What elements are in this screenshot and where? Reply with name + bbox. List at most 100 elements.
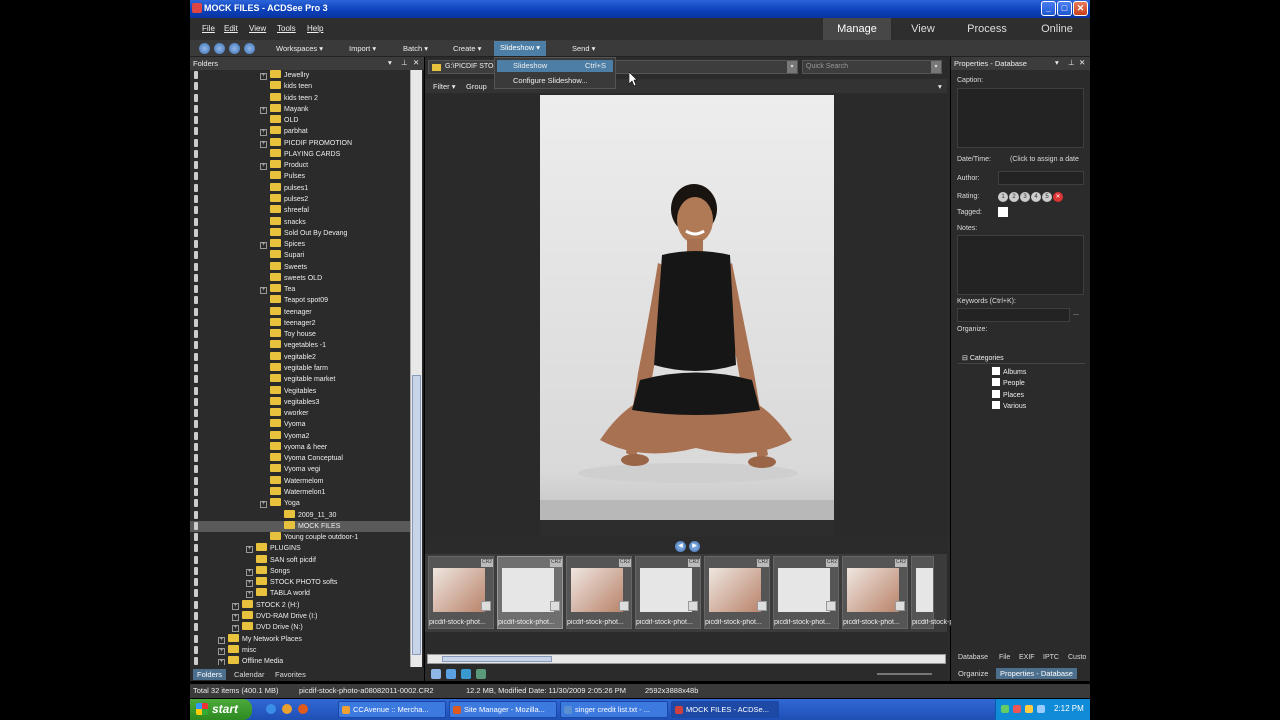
category-item[interactable]: Places: [992, 389, 1024, 399]
path-dropdown-icon[interactable]: ▾: [787, 61, 797, 73]
category-checkbox[interactable]: [992, 400, 1000, 409]
folder-tree-item[interactable]: + parbhat: [260, 126, 308, 137]
tab-iptc[interactable]: IPTC: [1043, 654, 1059, 661]
folder-tree-item[interactable]: + STOCK 2 (H:): [232, 599, 299, 611]
folder-tree-item[interactable]: + My Network Places: [218, 633, 302, 645]
sort-icon[interactable]: [476, 669, 486, 679]
thumbnail-checkbox[interactable]: [757, 601, 767, 611]
category-item[interactable]: People: [992, 378, 1025, 387]
category-checkbox[interactable]: [992, 389, 1000, 398]
toolbar-import[interactable]: Import ▾: [349, 44, 376, 53]
group-button[interactable]: Group: [466, 82, 487, 91]
thumbnail-checkbox[interactable]: [826, 601, 836, 611]
folder-tree-item[interactable]: + PICDIF PROMOTION: [260, 137, 352, 149]
folder-scrollbar[interactable]: [410, 70, 422, 667]
folder-tree-item[interactable]: Watermelom: [260, 475, 323, 487]
author-field[interactable]: [998, 171, 1084, 185]
folder-tree-item[interactable]: Vyoma2: [260, 430, 309, 442]
folder-tree-item[interactable]: Teapot spot09: [260, 295, 328, 306]
more-options-icon[interactable]: ▾: [938, 82, 942, 91]
thumbnail-checkbox[interactable]: [895, 601, 905, 611]
category-checkbox[interactable]: [992, 378, 1000, 387]
folder-tree-item[interactable]: Young couple outdoor-1: [260, 532, 358, 543]
thumbnail-item[interactable]: picdif-stock-phot...: [911, 556, 969, 629]
menu-item-slideshow[interactable]: Slideshow: [513, 61, 547, 70]
folder-tree-item[interactable]: teenager2: [260, 317, 316, 329]
folder-tree-item[interactable]: Sweets: [260, 261, 307, 273]
previous-image-icon[interactable]: ◀: [675, 541, 686, 552]
folder-tree-item[interactable]: + Product: [260, 160, 308, 171]
tray-icon[interactable]: [1001, 705, 1009, 713]
expand-icon[interactable]: +: [260, 163, 267, 171]
start-button[interactable]: start: [190, 699, 252, 720]
folder-tree-item[interactable]: vegitable market: [260, 374, 335, 385]
rating-4-button[interactable]: 4: [1031, 192, 1041, 202]
folder-tree[interactable]: + Jewellry kids teen kids teen 2 + Mayank OLD +…: [190, 70, 410, 665]
folder-tree-item[interactable]: sweets OLD: [260, 272, 322, 284]
folder-tree-item[interactable]: + misc: [218, 644, 256, 656]
expand-icon[interactable]: +: [246, 546, 253, 554]
mode-tab-online[interactable]: Online: [1023, 18, 1091, 40]
expand-icon[interactable]: +: [260, 242, 267, 250]
quicklaunch-firefox-icon[interactable]: [282, 704, 292, 714]
scroll-thumb[interactable]: [442, 656, 552, 662]
expand-icon[interactable]: +: [218, 647, 225, 655]
quick-search-input[interactable]: Quick Search ▾: [802, 60, 942, 74]
folder-tree-item[interactable]: vyoma & heer: [260, 441, 327, 453]
preview-image[interactable]: [540, 95, 834, 537]
rating-3-button[interactable]: 3: [1020, 192, 1030, 202]
expand-icon[interactable]: +: [260, 73, 267, 80]
expand-icon[interactable]: +: [232, 613, 239, 621]
folder-tree-item[interactable]: OLD: [260, 115, 298, 126]
thumbnail-item[interactable]: CR2 picdif-stock-phot...: [704, 556, 770, 629]
folder-tree-item[interactable]: 2009_11_30: [274, 509, 336, 521]
folder-tree-item[interactable]: shreefal: [260, 205, 309, 216]
folder-tree-item[interactable]: kids teen 2: [260, 92, 318, 104]
thumbnail-item[interactable]: CR2 picdif-stock-phot...: [635, 556, 701, 629]
tab-exif[interactable]: EXIF: [1019, 654, 1035, 661]
expand-icon[interactable]: +: [260, 501, 267, 509]
toolbar-send[interactable]: Send ▾: [572, 44, 595, 53]
folder-tree-item[interactable]: Watermelon1: [260, 486, 325, 498]
thumbnail-item[interactable]: CR2 picdif-stock-phot...: [842, 556, 908, 629]
folder-tree-item[interactable]: + DVD-RAM Drive (I:): [232, 610, 317, 622]
thumbnail-item[interactable]: CR2 picdif-stock-phot...: [428, 556, 494, 629]
minimize-button[interactable]: _: [1041, 1, 1056, 16]
folder-tree-item[interactable]: + Tea: [260, 284, 295, 295]
menu-edit[interactable]: Edit: [224, 24, 238, 33]
thumbnail-size-icon[interactable]: [446, 669, 456, 679]
folder-tree-item[interactable]: Supari: [260, 250, 304, 261]
panel-menu-icon[interactable]: ▾: [1055, 58, 1059, 67]
folder-tree-item[interactable]: Pulses: [260, 171, 305, 182]
folder-tree-item[interactable]: pulses2: [260, 193, 308, 205]
taskbar-task-button[interactable]: Site Manager - Mozilla...: [449, 701, 557, 718]
thumbnail-checkbox[interactable]: [481, 601, 491, 611]
taskbar-task-button[interactable]: MOCK FILES - ACDSe...: [671, 701, 779, 718]
forward-icon[interactable]: [214, 43, 225, 54]
clear-rating-icon[interactable]: ✕: [1053, 192, 1063, 202]
back-icon[interactable]: [199, 43, 210, 54]
expand-icon[interactable]: +: [246, 568, 253, 576]
panel-close-icon[interactable]: ✕: [1079, 58, 1085, 67]
folder-tree-item[interactable]: + TABLA world: [246, 588, 310, 599]
keywords-field[interactable]: [957, 308, 1070, 322]
folder-tree-item[interactable]: Vyoma: [260, 419, 306, 430]
mode-tab-process[interactable]: Process: [953, 18, 1021, 40]
maximize-button[interactable]: □: [1057, 1, 1072, 16]
datetime-value[interactable]: (Click to assign a date: [1010, 156, 1079, 163]
pin-icon[interactable]: ⊥: [401, 58, 408, 67]
categories-node[interactable]: ⊟ Categories: [962, 354, 1004, 362]
toolbar-slideshow[interactable]: Slideshow ▾: [494, 41, 547, 56]
folder-tree-item[interactable]: pulses1: [260, 182, 308, 194]
folder-tree-item[interactable]: teenager: [260, 306, 312, 318]
search-dropdown-icon[interactable]: ▾: [931, 61, 941, 73]
rating-1-button[interactable]: 1: [998, 192, 1008, 202]
tab-properties-database[interactable]: Properties - Database: [996, 668, 1077, 679]
category-item[interactable]: Various: [992, 400, 1026, 410]
folder-tree-item[interactable]: SAN soft picdif: [246, 554, 316, 566]
tagged-checkbox[interactable]: [998, 207, 1008, 217]
thumbnail-scrollbar[interactable]: [427, 654, 946, 664]
tab-folders[interactable]: Folders: [193, 669, 227, 680]
folder-tree-item[interactable]: MOCK FILES: [190, 520, 410, 532]
folder-tree-item[interactable]: vegetables -1: [260, 340, 326, 351]
